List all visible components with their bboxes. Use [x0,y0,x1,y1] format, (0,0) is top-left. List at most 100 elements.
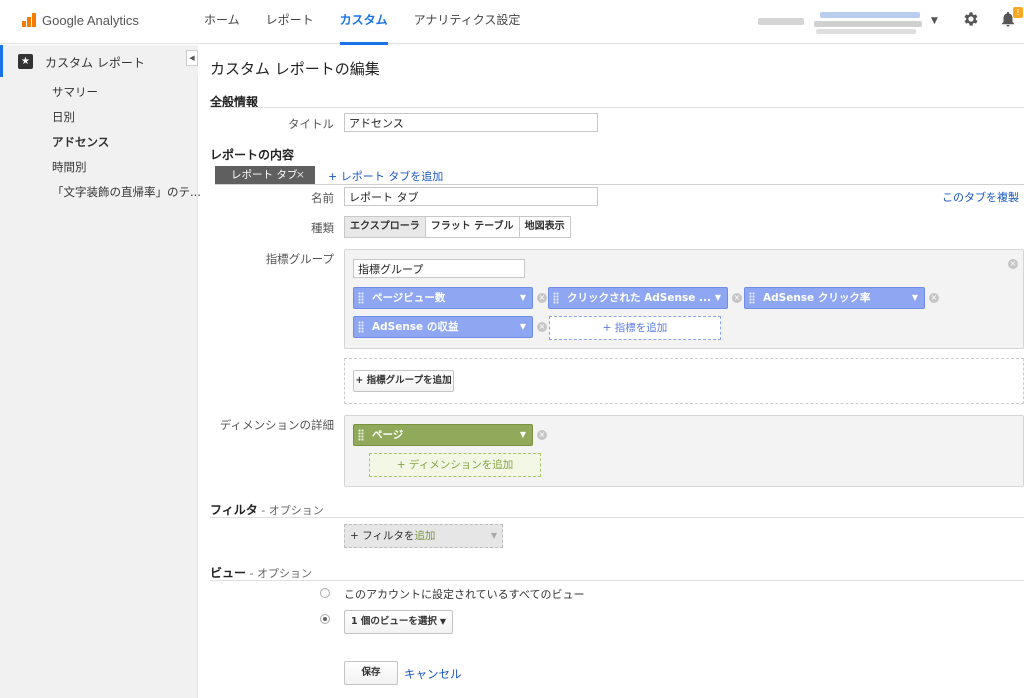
analytics-logo-icon [22,13,38,27]
content-heading: レポートの内容 [210,148,295,162]
remove-metric-icon[interactable]: × [537,322,547,332]
add-metric-button[interactable]: + 指標を追加 [549,316,721,340]
top-bar: Google Analytics ホーム レポート カスタム アナリティクス設定… [0,0,1024,45]
add-dimension-button[interactable]: + ディメンションを追加 [369,453,541,477]
account-email-redacted [820,12,920,18]
chevron-down-icon: ▼ [490,531,497,540]
sidebar-header[interactable]: ★ カスタム レポート [0,45,198,77]
optional-tag: - オプション [246,567,312,580]
metric-label: クリックされた AdSense ... [567,292,711,304]
report-type-group: エクスプローラ フラット テーブル 地図表示 [344,216,571,238]
title-input[interactable] [344,113,598,132]
sidebar-item-daily[interactable]: 日別 [52,110,201,135]
type-flat-table-button[interactable]: フラット テーブル [425,217,520,237]
metric-group-panel: × ページビュー数 ▼ × クリックされた AdSense ... ▼ × Ad… [344,249,1024,349]
view-heading: ビュー - オプション [210,564,312,581]
collapse-sidebar-icon[interactable]: ◀ [186,50,198,66]
remove-metric-icon[interactable]: × [929,293,939,303]
remove-metric-icon[interactable]: × [732,293,742,303]
title-label: タイトル [288,117,334,131]
star-icon: ★ [18,54,33,69]
metric-chip[interactable]: クリックされた AdSense ... ▼ [548,287,728,309]
divider [210,107,1024,108]
add-metric-group-button[interactable]: + 指標グループを追加 [353,370,454,392]
metric-chip[interactable]: ページビュー数 ▼ [353,287,533,309]
page-title: カスタム レポートの編集 [210,60,380,78]
sidebar-list: サマリー 日別 アドセンス 時間別 「文字装飾の直帰率」のテ... [52,85,201,210]
filter-heading: フィルタ - オプション [210,501,324,518]
cancel-link[interactable]: キャンセル [404,666,462,682]
main-nav: ホーム レポート カスタム アナリティクス設定 [204,0,546,45]
remove-metric-icon[interactable]: × [537,293,547,303]
metric-group-dropzone: + 指標グループを追加 [344,358,1024,404]
add-report-tab-link[interactable]: + レポート タブを追加 [328,168,443,184]
divider [210,580,1024,581]
tab-name-input[interactable] [344,187,598,206]
account-name-redacted [758,18,804,25]
chevron-down-icon[interactable]: ▼ [520,425,526,445]
remove-dimension-icon[interactable]: × [537,430,547,440]
gear-icon[interactable] [962,10,980,28]
name-label: 名前 [311,191,334,205]
sidebar-item-adsense[interactable]: アドセンス [52,135,201,160]
drag-handle-icon[interactable] [553,292,559,304]
chevron-down-icon: ▼ [439,617,446,626]
view-heading-text: ビュー [210,566,247,580]
metric-label: AdSense クリック率 [763,292,871,304]
metric-chip[interactable]: AdSense クリック率 ▼ [744,287,925,309]
save-button[interactable]: 保存 [344,661,398,685]
close-tab-icon[interactable]: × [296,166,305,184]
nav-analytics-settings[interactable]: アナリティクス設定 [414,0,521,44]
sidebar-header-label: カスタム レポート [45,56,145,70]
duplicate-tab-link[interactable]: このタブを複製 [942,189,1019,205]
metric-label: ページビュー数 [372,292,446,304]
report-tab-chip[interactable]: レポート タブ × [215,166,315,184]
select-view-label: 1 個のビューを選択 [351,616,437,627]
chevron-down-icon[interactable]: ▼ [931,16,938,26]
report-tab-label: レポート タブ [231,169,298,181]
drag-handle-icon[interactable] [358,429,364,441]
add-filter-button[interactable]: + フィルタを追加 ▼ [344,524,503,548]
main-content: カスタム レポートの編集 全般情報 タイトル レポートの内容 レポート タブ ×… [198,45,1024,698]
metric-group-name-input[interactable] [353,259,525,278]
tab-divider [215,184,1024,185]
metric-label: AdSense の収益 [372,321,459,333]
drag-handle-icon[interactable] [358,321,364,333]
chevron-down-icon[interactable]: ▼ [912,288,918,308]
add-filter-suffix: 追加 [414,530,436,542]
select-view-dropdown[interactable]: 1 個のビューを選択 ▼ [344,610,453,634]
metric-chip[interactable]: AdSense の収益 ▼ [353,316,533,338]
radio-select-view[interactable] [320,614,330,624]
sidebar-item-summary[interactable]: サマリー [52,85,201,110]
nav-home[interactable]: ホーム [204,0,240,44]
account-property-redacted [814,21,922,27]
sidebar: ★ カスタム レポート ◀ サマリー 日別 アドセンス 時間別 「文字装飾の直帰… [0,45,201,698]
google-analytics-logo[interactable]: Google Analytics [22,11,139,29]
dimension-label: ディメンションの詳細 [219,418,334,432]
all-views-label: このアカウントに設定されているすべてのビュー [344,588,585,601]
dimension-label-text: ページ [372,429,404,441]
chevron-down-icon[interactable]: ▼ [520,288,526,308]
account-selector[interactable] [758,12,928,36]
optional-tag: - オプション [257,504,324,517]
dimension-panel: ページ ▼ × + ディメンションを追加 [344,415,1024,487]
sidebar-item-hourly[interactable]: 時間別 [52,160,201,185]
brand-name: Google Analytics [42,12,139,28]
sidebar-item-bounce-rate[interactable]: 「文字装飾の直帰率」のテ... [52,185,201,210]
chevron-down-icon[interactable]: ▼ [520,317,526,337]
notification-badge: ! [1013,7,1023,18]
type-map-button[interactable]: 地図表示 [519,217,570,237]
account-view-redacted [816,29,916,34]
radio-all-views[interactable] [320,588,330,598]
remove-metric-group-icon[interactable]: × [1008,259,1018,269]
dimension-chip[interactable]: ページ ▼ [353,424,533,446]
add-filter-prefix: + フィルタを [350,530,415,542]
type-explorer-button[interactable]: エクスプローラ [345,217,426,237]
type-label: 種類 [311,221,334,235]
nav-custom[interactable]: カスタム [339,0,388,45]
drag-handle-icon[interactable] [749,292,755,304]
divider [210,517,1024,518]
drag-handle-icon[interactable] [358,292,364,304]
chevron-down-icon[interactable]: ▼ [715,288,721,308]
nav-reports[interactable]: レポート [266,0,314,44]
